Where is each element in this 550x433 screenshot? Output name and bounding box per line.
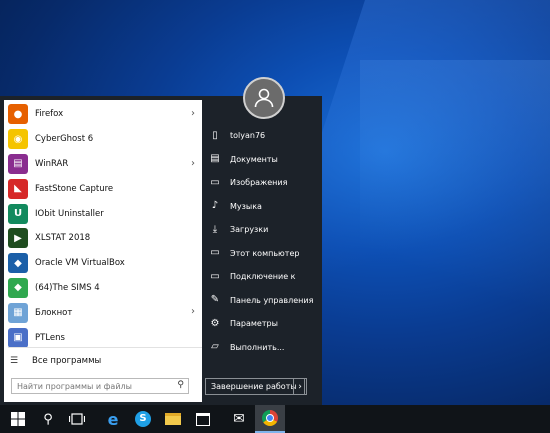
xlstat-icon: ▶ [8, 228, 28, 249]
place-item[interactable]: ▯ tolyan76 [204, 124, 322, 148]
program-item[interactable]: ● Firefox › [4, 102, 202, 127]
iobit-uninstaller-icon: U [8, 203, 28, 224]
program-label: WinRAR [35, 158, 69, 169]
pictures-icon: ▭ [210, 176, 220, 188]
search-box[interactable]: ⚲ [11, 378, 189, 394]
place-label: Панель управления [230, 295, 314, 305]
place-label: Этот компьютер [230, 248, 300, 258]
program-label: Блокнот [35, 307, 73, 318]
start-button[interactable] [2, 405, 34, 433]
program-item[interactable]: ◆ (64)The SIMS 4 [4, 276, 202, 301]
explorer-taskbar-button[interactable] [158, 405, 188, 433]
firefox-icon: ● [8, 104, 28, 125]
windows-logo-icon [11, 412, 25, 426]
place-label: Изображения [230, 178, 288, 188]
edge-icon: e [107, 409, 119, 429]
program-label: (64)The SIMS 4 [35, 282, 100, 293]
all-programs-icon: ☰ [10, 356, 19, 366]
search-icon[interactable]: ⚲ [177, 380, 184, 390]
all-programs-label: Все программы [32, 356, 102, 366]
place-item[interactable]: ⤓ Загрузки [204, 218, 322, 242]
program-label: Firefox [35, 109, 64, 120]
music-icon: ♪ [211, 200, 219, 212]
mail-icon: ✉ [233, 411, 245, 427]
winrar-icon: ▤ [8, 153, 28, 174]
shutdown-label: Завершение работы [211, 382, 297, 391]
place-item[interactable]: ▭ Изображения [204, 171, 322, 195]
connect-icon: ▭ [210, 270, 220, 282]
documents-icon: ▤ [210, 153, 220, 165]
taskbar: ⚲ e S ✉ [0, 405, 550, 433]
shutdown-options-button[interactable]: › [293, 378, 307, 395]
chrome-icon [262, 410, 278, 426]
place-item[interactable]: ♪ Музыка [204, 195, 322, 219]
program-item[interactable]: ▦ Блокнот › [4, 300, 202, 325]
task-view-icon [69, 413, 85, 425]
place-label: Загрузки [230, 225, 269, 235]
skype-taskbar-button[interactable]: S [128, 405, 158, 433]
program-label: FastStone Capture [35, 183, 114, 194]
downloads-icon: ⤓ [212, 223, 218, 235]
run-icon: ▱ [211, 341, 219, 353]
user-folder-icon: ▯ [212, 129, 218, 141]
folder-icon [165, 413, 181, 425]
place-label: Музыка [230, 201, 262, 211]
place-label: Выполнить... [230, 342, 285, 352]
store-icon [196, 412, 210, 426]
search-taskbar-button[interactable]: ⚲ [33, 405, 63, 433]
place-label: Документы [230, 154, 278, 164]
wallpaper-light-beam-secondary [360, 60, 550, 360]
program-item[interactable]: ▤ WinRAR › [4, 152, 202, 177]
chevron-right-icon[interactable]: › [191, 306, 195, 317]
program-label: IObit Uninstaller [35, 208, 104, 219]
shutdown-button[interactable]: Завершение работы [205, 378, 305, 395]
chevron-right-icon[interactable]: › [191, 158, 195, 169]
skype-icon: S [135, 411, 151, 427]
place-item[interactable]: ▭ Этот компьютер [204, 242, 322, 266]
place-item[interactable]: ✎ Панель управления [204, 289, 322, 313]
faststone-capture-icon: ◣ [8, 178, 28, 199]
divider [8, 347, 202, 348]
user-icon [254, 88, 274, 108]
place-item[interactable]: ⚙ Параметры [204, 312, 322, 336]
ptlens-icon: ▣ [8, 327, 28, 348]
place-label: Подключение к [230, 272, 296, 282]
place-item[interactable]: ▭ Подключение к [204, 265, 322, 289]
mail-taskbar-button[interactable]: ✉ [224, 405, 254, 433]
place-item[interactable]: ▤ Документы [204, 148, 322, 172]
programs-panel: ● Firefox › ◉ CyberGhost 6 ▤ WinRAR › ◣ FastStone… [4, 100, 202, 402]
program-item[interactable]: ◉ CyberGhost 6 [4, 127, 202, 152]
chevron-right-icon: › [298, 381, 302, 392]
task-view-button[interactable] [62, 405, 92, 433]
cyberghost-icon: ◉ [8, 129, 28, 150]
all-programs-button[interactable]: ☰ Все программы [4, 352, 202, 370]
places-list: ▯ tolyan76 ▤ Документы ▭ Изображения ♪ Музыка ⤓ З… [204, 124, 322, 359]
program-label: PTLens [35, 332, 65, 343]
search-icon: ⚲ [43, 411, 53, 427]
edge-taskbar-button[interactable]: e [98, 405, 128, 433]
program-item[interactable]: ◣ FastStone Capture [4, 176, 202, 201]
virtualbox-icon: ◆ [8, 253, 28, 274]
settings-icon: ⚙ [210, 317, 220, 329]
chevron-right-icon[interactable]: › [191, 108, 195, 119]
chrome-taskbar-button[interactable] [255, 405, 285, 433]
program-list: ● Firefox › ◉ CyberGhost 6 ▤ WinRAR › ◣ FastStone… [4, 102, 202, 350]
program-label: XLSTAT 2018 [35, 233, 91, 244]
place-label: tolyan76 [230, 131, 266, 141]
computer-icon: ▭ [210, 247, 220, 259]
sims-icon: ◆ [8, 277, 28, 298]
program-label: CyberGhost 6 [35, 134, 94, 145]
avatar[interactable] [243, 77, 285, 119]
program-item[interactable]: ◆ Oracle VM VirtualBox [4, 251, 202, 276]
place-item[interactable]: ▱ Выполнить... [204, 336, 322, 360]
place-label: Параметры [230, 319, 278, 329]
store-taskbar-button[interactable] [188, 405, 218, 433]
search-input[interactable] [12, 381, 167, 391]
notepad-icon: ▦ [8, 302, 28, 323]
program-label: Oracle VM VirtualBox [35, 258, 125, 269]
program-item[interactable]: ▶ XLSTAT 2018 [4, 226, 202, 251]
program-item[interactable]: U IObit Uninstaller [4, 201, 202, 226]
control-panel-icon: ✎ [210, 294, 220, 306]
